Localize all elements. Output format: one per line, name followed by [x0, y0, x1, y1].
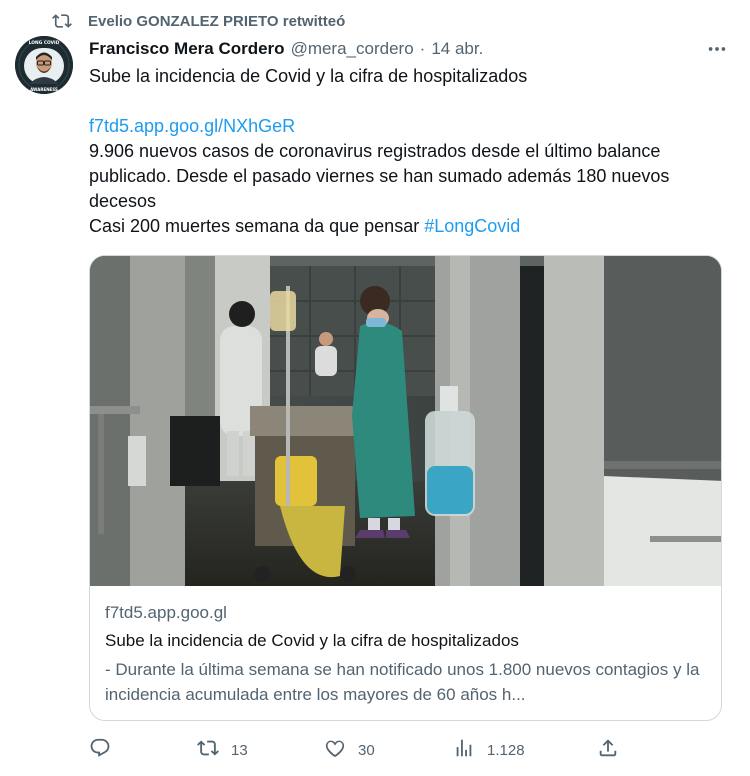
card-meta: f7td5.app.goo.gl Sube la incidencia de C… — [105, 602, 710, 707]
reply-icon — [89, 737, 111, 764]
tweet-text-segment: Casi 200 muertes semana da que pensar — [89, 216, 425, 236]
card-domain: f7td5.app.goo.gl — [105, 603, 227, 622]
tweet-text-line: 9.906 nuevos casos de coronavirus regist… — [89, 141, 661, 161]
avatar[interactable]: LONG COVID AWARENESS — [15, 36, 73, 94]
retweet-count: 13 — [231, 741, 248, 759]
heart-icon — [324, 737, 346, 764]
tweet-actions: 13 30 1.128 — [89, 736, 649, 764]
retweet-icon — [52, 11, 72, 31]
author-handle[interactable]: @mera_cordero — [291, 39, 414, 59]
header-separator: · — [419, 39, 426, 58]
avatar-image: LONG COVID AWARENESS — [15, 36, 73, 94]
more-options-icon[interactable] — [706, 38, 728, 60]
tweet-header: Francisco Mera Cordero @mera_cordero · 1… — [89, 37, 730, 61]
views-button[interactable]: 1.128 — [453, 736, 525, 764]
card-title: Sube la incidencia de Covid y la cifra d… — [105, 631, 519, 650]
tweet-link[interactable]: f7td5.app.goo.gl/NXhGeR — [89, 114, 729, 139]
share-button[interactable] — [597, 736, 619, 764]
tweet-text-line: decesos — [89, 191, 157, 211]
tweet-text-line — [89, 89, 729, 114]
tweet-text: Sube la incidencia de Covid y la cifra d… — [89, 64, 729, 239]
share-icon — [597, 737, 619, 764]
card-description: - Durante la última semana se han notifi… — [105, 660, 700, 704]
views-count: 1.128 — [487, 741, 525, 759]
reply-button[interactable] — [89, 736, 123, 764]
author-name[interactable]: Francisco Mera Cordero — [89, 39, 285, 59]
tweet-text-line: publicado. Desde el pasado viernes se ha… — [89, 166, 670, 186]
like-count: 30 — [358, 741, 375, 759]
hashtag-link[interactable]: #LongCovid — [424, 216, 520, 236]
link-preview-card[interactable]: f7td5.app.goo.gl Sube la incidencia de C… — [89, 255, 722, 721]
card-image — [90, 256, 721, 586]
tweet-text-line: Casi 200 muertes semana da que pensar #L… — [89, 214, 729, 239]
retweeted-by-text[interactable]: Evelio GONZALEZ PRIETO retwitteó — [88, 13, 345, 30]
tweet-text-line: Sube la incidencia de Covid y la cifra d… — [89, 66, 528, 86]
tweet-date[interactable]: 14 abr. — [431, 39, 483, 59]
retweet-banner[interactable]: Evelio GONZALEZ PRIETO retwitteó — [52, 10, 345, 32]
retweet-action-icon — [197, 737, 219, 764]
retweet-button[interactable]: 13 — [197, 736, 248, 764]
like-button[interactable]: 30 — [324, 736, 375, 764]
views-chart-icon — [453, 737, 475, 764]
avatar-badge-bottom: AWARENESS — [30, 87, 58, 92]
avatar-badge-top: LONG COVID — [29, 40, 60, 46]
